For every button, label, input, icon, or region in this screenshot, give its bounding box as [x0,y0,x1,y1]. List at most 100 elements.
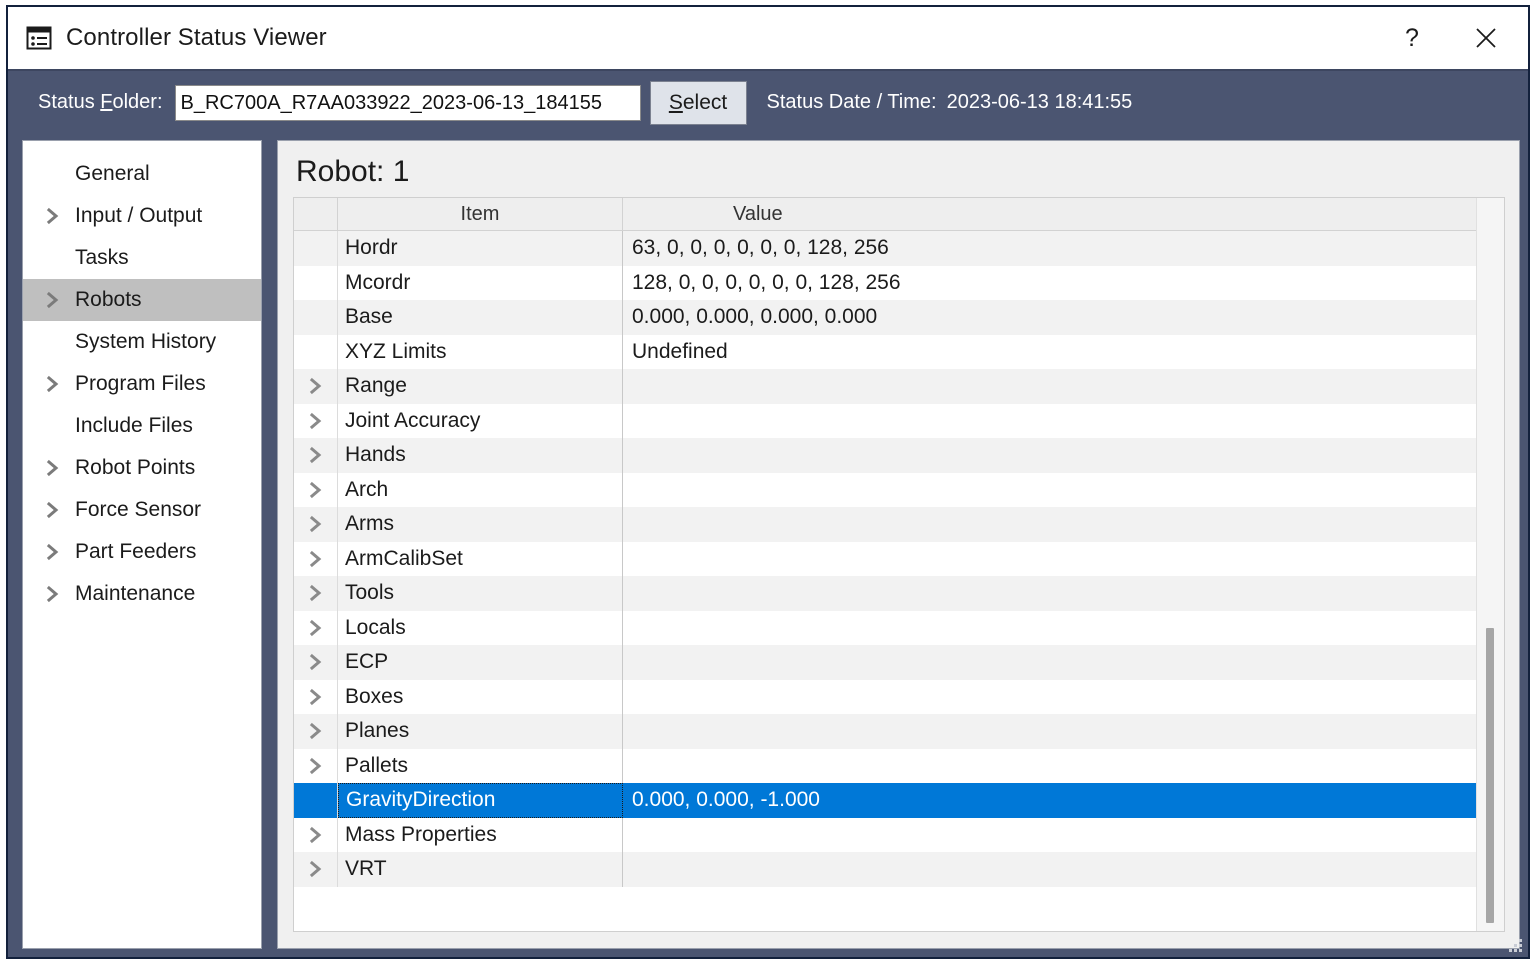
expand-chevron-icon[interactable] [294,542,338,577]
table-row[interactable]: Mcordr128, 0, 0, 0, 0, 0, 0, 128, 256 [294,266,1476,301]
cell-value[interactable] [623,852,1476,887]
cell-value[interactable] [623,611,1476,646]
sidebar-item-general[interactable]: General [23,153,261,195]
cell-value[interactable]: 128, 0, 0, 0, 0, 0, 0, 128, 256 [623,266,1476,301]
sidebar-item-force-sensor[interactable]: Force Sensor [23,489,261,531]
table-row[interactable]: Hordr63, 0, 0, 0, 0, 0, 0, 128, 256 [294,231,1476,266]
cell-value[interactable] [623,404,1476,439]
cell-item[interactable]: Hands [338,438,623,473]
help-icon[interactable]: ? [1380,9,1444,67]
table-row[interactable]: Pallets [294,749,1476,784]
cell-item[interactable]: Locals [338,611,623,646]
close-icon[interactable] [1444,9,1528,67]
cell-item[interactable]: Mcordr [338,266,623,301]
cell-value[interactable] [623,369,1476,404]
sidebar-item-label: Robot Points [75,456,195,480]
table-row[interactable]: ArmCalibSet [294,542,1476,577]
chevron-right-icon [45,500,71,520]
expand-chevron-icon[interactable] [294,576,338,611]
cell-item[interactable]: Arch [338,473,623,508]
resize-grip[interactable] [1504,934,1522,952]
cell-item[interactable]: Range [338,369,623,404]
chevron-right-icon [45,458,71,478]
table-row[interactable]: Arch [294,473,1476,508]
cell-item[interactable]: Arms [338,507,623,542]
sidebar-item-system-history[interactable]: System History [23,321,261,363]
table-row[interactable]: Boxes [294,680,1476,715]
cell-item[interactable]: XYZ Limits [338,335,623,370]
sidebar-item-label: Program Files [75,372,206,396]
expand-chevron-icon[interactable] [294,369,338,404]
cell-item[interactable]: VRT [338,852,623,887]
cell-item[interactable]: Boxes [338,680,623,715]
status-folder-toolbar: Status Folder: B_RC700A_R7AA033922_2023-… [8,69,1528,134]
expand-chevron-icon[interactable] [294,473,338,508]
cell-item[interactable]: GravityDirection [338,783,623,818]
expand-chevron-icon[interactable] [294,680,338,715]
table-row[interactable]: Planes [294,714,1476,749]
cell-item[interactable]: Tools [338,576,623,611]
table-row[interactable]: GravityDirection0.000, 0.000, -1.000 [294,783,1476,818]
expand-chevron-icon[interactable] [294,645,338,680]
expand-chevron-icon[interactable] [294,438,338,473]
expand-chevron-icon[interactable] [294,818,338,853]
cell-value[interactable] [623,542,1476,577]
table-row[interactable]: ECP [294,645,1476,680]
sidebar-item-include-files[interactable]: Include Files [23,405,261,447]
sidebar-item-label: Part Feeders [75,540,196,564]
expand-chevron-icon[interactable] [294,852,338,887]
select-button[interactable]: Select [650,81,747,125]
table-row[interactable]: VRT [294,852,1476,887]
cell-value[interactable]: Undefined [623,335,1476,370]
expand-chevron-icon[interactable] [294,749,338,784]
cell-value[interactable] [623,438,1476,473]
expand-chevron-icon[interactable] [294,404,338,439]
table-row[interactable]: Base0.000, 0.000, 0.000, 0.000 [294,300,1476,335]
cell-item[interactable]: Joint Accuracy [338,404,623,439]
cell-value[interactable] [623,714,1476,749]
table-row[interactable]: Locals [294,611,1476,646]
cell-value[interactable]: 0.000, 0.000, 0.000, 0.000 [623,300,1476,335]
cell-item[interactable]: ArmCalibSet [338,542,623,577]
sidebar-item-part-feeders[interactable]: Part Feeders [23,531,261,573]
sidebar-item-maintenance[interactable]: Maintenance [23,573,261,615]
cell-item[interactable]: Mass Properties [338,818,623,853]
cell-item[interactable]: Planes [338,714,623,749]
table-row[interactable]: Tools [294,576,1476,611]
cell-value[interactable] [623,818,1476,853]
sidebar-item-tasks[interactable]: Tasks [23,237,261,279]
grid-scrollbar-thumb[interactable] [1486,628,1494,923]
table-row[interactable]: Joint Accuracy [294,404,1476,439]
table-row[interactable]: Range [294,369,1476,404]
table-row[interactable]: Hands [294,438,1476,473]
cell-item[interactable]: Hordr [338,231,623,266]
sidebar-item-label: General [75,162,150,186]
expand-chevron-icon[interactable] [294,507,338,542]
column-header-item[interactable]: Item [338,198,623,230]
cell-item[interactable]: Base [338,300,623,335]
expand-chevron-icon[interactable] [294,611,338,646]
sidebar-item-program-files[interactable]: Program Files [23,363,261,405]
grid-vertical-scrollbar[interactable] [1476,198,1504,931]
status-folder-input[interactable]: B_RC700A_R7AA033922_2023-06-13_184155 [175,85,641,121]
cell-item[interactable]: Pallets [338,749,623,784]
table-row[interactable]: Arms [294,507,1476,542]
cell-value[interactable] [623,680,1476,715]
cell-value[interactable] [623,576,1476,611]
sidebar-item-robots[interactable]: Robots [23,279,261,321]
sidebar-item-robot-points[interactable]: Robot Points [23,447,261,489]
cell-item[interactable]: ECP [338,645,623,680]
cell-value[interactable]: 0.000, 0.000, -1.000 [623,783,1476,818]
cell-value[interactable]: 63, 0, 0, 0, 0, 0, 0, 128, 256 [623,231,1476,266]
sidebar-item-input-output[interactable]: Input / Output [23,195,261,237]
cell-value[interactable] [623,645,1476,680]
column-header-value[interactable]: Value [623,198,1476,230]
row-gutter [294,783,338,818]
cell-value[interactable] [623,749,1476,784]
table-row[interactable]: Mass Properties [294,818,1476,853]
cell-value[interactable] [623,473,1476,508]
cell-value[interactable] [623,507,1476,542]
expand-chevron-icon[interactable] [294,714,338,749]
table-row[interactable]: XYZ LimitsUndefined [294,335,1476,370]
titlebar: Controller Status Viewer ? [8,7,1528,69]
